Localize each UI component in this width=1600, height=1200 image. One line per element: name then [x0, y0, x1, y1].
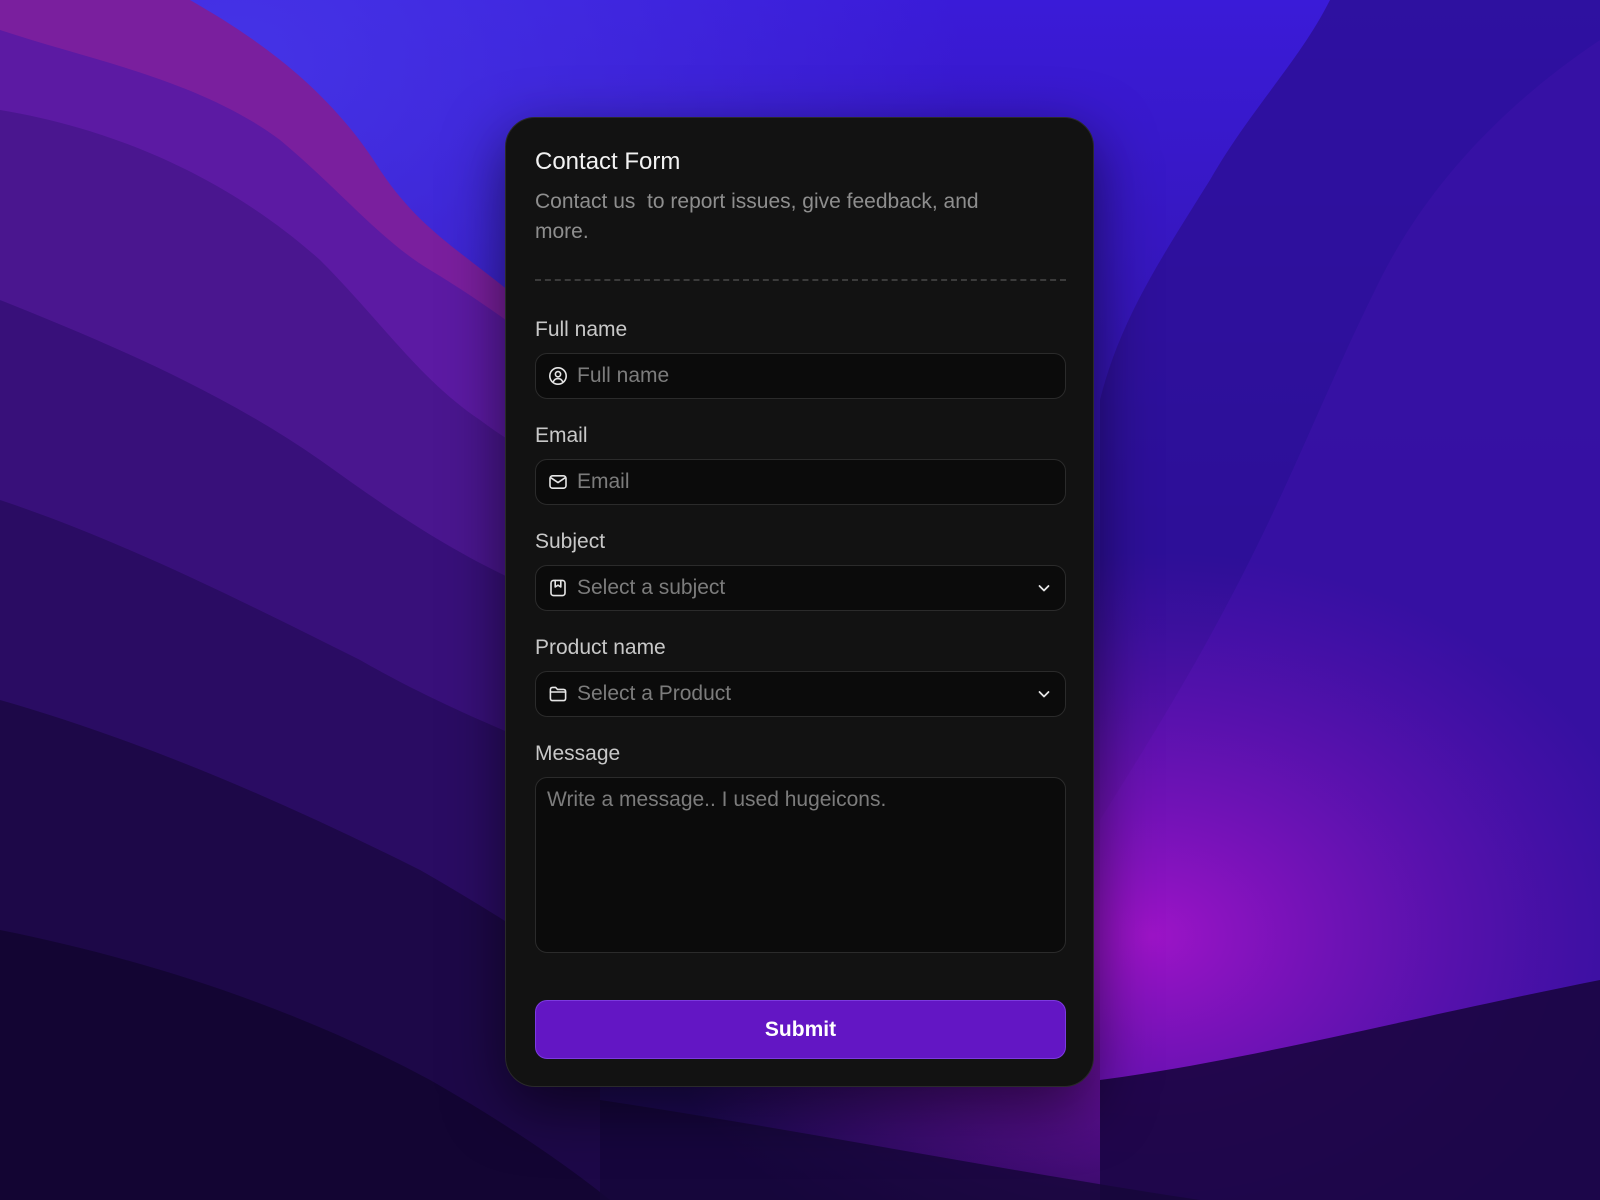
chevron-down-icon [1035, 685, 1053, 703]
submit-button[interactable]: Submit [535, 1000, 1066, 1059]
product-placeholder: Select a Product [577, 682, 732, 705]
dashed-divider [535, 279, 1066, 281]
email-input[interactable]: Email [535, 459, 1066, 505]
subject-placeholder: Select a subject [577, 576, 726, 599]
email-label: Email [535, 424, 588, 447]
full-name-label: Full name [535, 318, 628, 341]
product-select[interactable]: Select a Product [535, 671, 1066, 717]
full-name-input[interactable]: Full name [535, 353, 1066, 399]
mail-icon [548, 472, 568, 492]
message-textarea[interactable]: Write a message.. I used hugeicons. [535, 777, 1066, 953]
product-name-label: Product name [535, 636, 666, 659]
form-title: Contact Form [535, 148, 681, 175]
folder-icon [548, 684, 568, 704]
bookmark-icon [548, 578, 568, 598]
message-label: Message [535, 742, 621, 765]
email-placeholder: Email [577, 470, 630, 493]
chevron-down-icon [1035, 579, 1053, 597]
full-name-placeholder: Full name [577, 364, 670, 387]
message-placeholder: Write a message.. I used hugeicons. [547, 788, 887, 811]
user-circle-icon [548, 366, 568, 386]
subject-select[interactable]: Select a subject [535, 565, 1066, 611]
contact-form-card: Contact Form Contact us to report issues… [505, 117, 1094, 1087]
form-description: Contact us to report issues, give feedba… [535, 190, 985, 243]
subject-label: Subject [535, 530, 606, 553]
